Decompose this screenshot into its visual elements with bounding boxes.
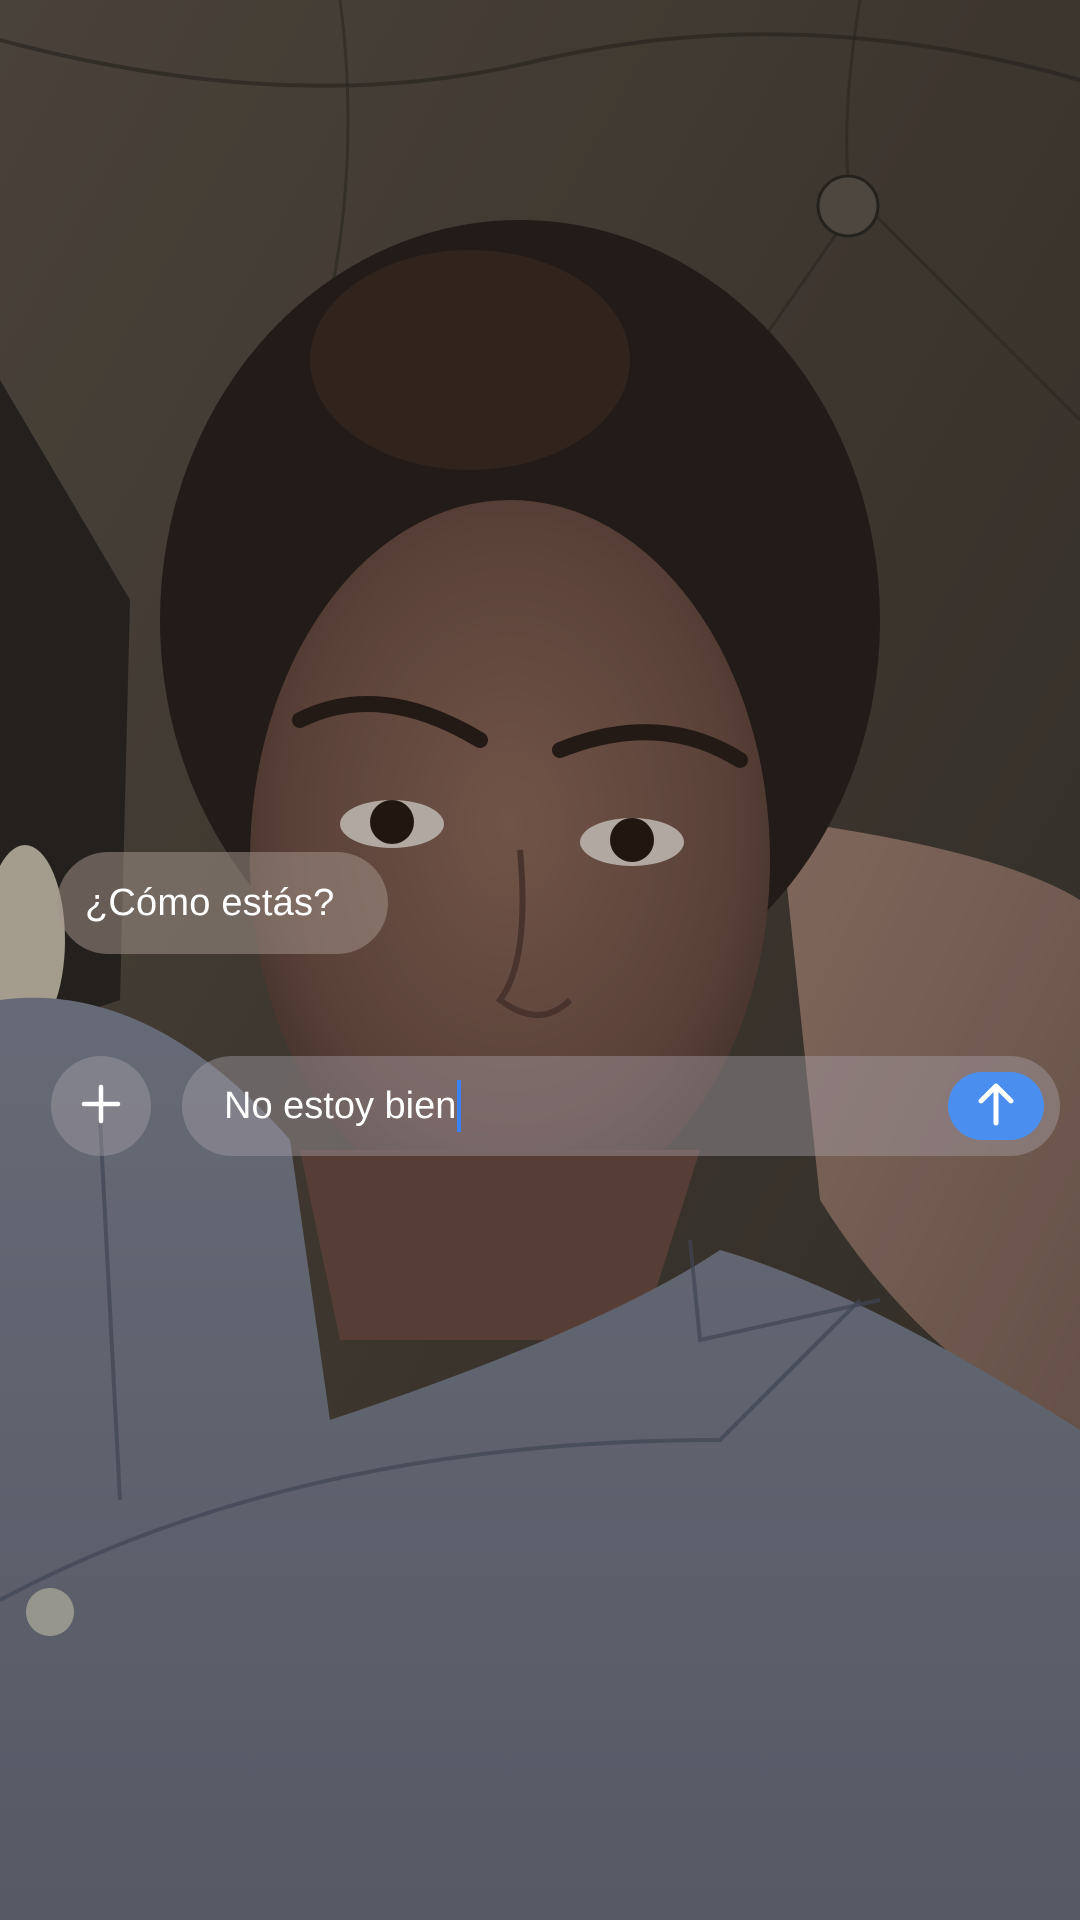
message-input[interactable]: No estoy bien <box>182 1056 1060 1156</box>
received-message-bubble: ¿Cómo estás? <box>57 852 388 954</box>
plus-icon <box>80 1083 122 1130</box>
received-message-text: ¿Cómo estás? <box>85 881 335 924</box>
chat-screen: ¿Cómo estás? No estoy bien <box>0 0 1080 1920</box>
send-button[interactable] <box>948 1072 1044 1140</box>
arrow-up-icon <box>976 1081 1016 1132</box>
background-photo <box>0 0 1080 1920</box>
add-attachment-button[interactable] <box>51 1056 151 1156</box>
text-cursor <box>457 1080 462 1132</box>
message-input-text[interactable]: No estoy bien <box>224 1085 456 1128</box>
